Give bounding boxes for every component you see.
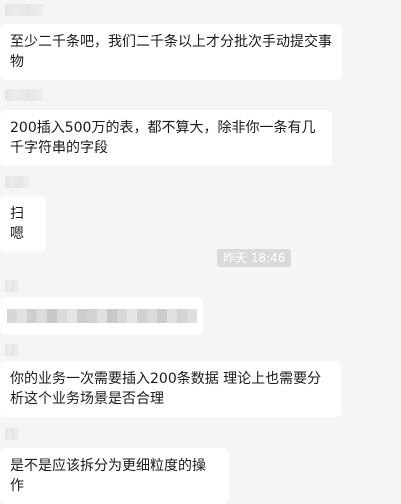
message-text: 200插入500万的表，都不算大，除非你一条有几千字符串的字段 bbox=[10, 120, 316, 156]
sender-name-redacted bbox=[5, 176, 29, 188]
sender-name-redacted bbox=[5, 344, 19, 356]
message-bubble[interactable]: 你的业务一次需要插入200条数据 理论上也需要分析这个业务场景是否合理 bbox=[0, 361, 341, 417]
message-text: 是不是应该拆分为更细粒度的操作 bbox=[10, 458, 206, 494]
timestamp-label: 昨天 18:46 bbox=[217, 249, 292, 267]
message-bubble[interactable]: 至少二千条吧，我们二千条以上才分批次手动提交事物 bbox=[0, 24, 342, 80]
chat-history: 至少二千条吧，我们二千条以上才分批次手动提交事物 200插入500万的表，都不算… bbox=[0, 0, 401, 504]
message-text: 你的业务一次需要插入200条数据 理论上也需要分析这个业务场景是否合理 bbox=[10, 371, 322, 407]
sender-name-redacted bbox=[5, 89, 43, 101]
redacted-content bbox=[7, 309, 197, 323]
sender-name-redacted bbox=[5, 428, 19, 440]
sender-name-redacted bbox=[5, 280, 19, 292]
message-bubble[interactable]: 扫嗯 bbox=[0, 196, 46, 252]
sender-name-redacted bbox=[5, 4, 43, 16]
redacted-message-bubble[interactable] bbox=[0, 297, 203, 335]
message-text: 扫嗯 bbox=[10, 206, 24, 242]
message-bubble[interactable]: 是不是应该拆分为更细粒度的操作 bbox=[0, 448, 229, 504]
message-text: 至少二千条吧，我们二千条以上才分批次手动提交事物 bbox=[10, 34, 332, 70]
message-bubble[interactable]: 200插入500万的表，都不算大，除非你一条有几千字符串的字段 bbox=[0, 110, 332, 166]
